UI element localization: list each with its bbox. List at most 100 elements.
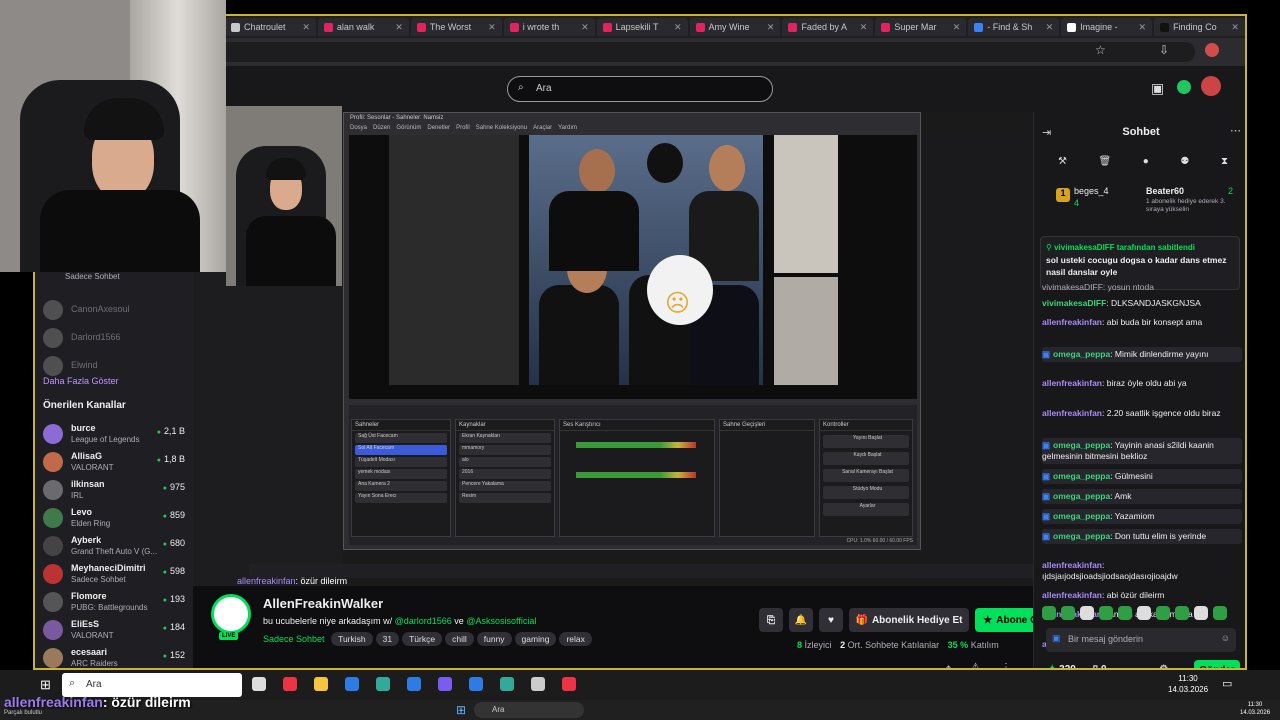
chat-username[interactable]: omega_peppa (1042, 511, 1110, 521)
more-options-icon[interactable]: ⋮ (1001, 662, 1011, 668)
taskbar-app-icon[interactable] (345, 677, 359, 691)
chat-username[interactable]: allenfreakinfan (1042, 408, 1102, 418)
chat-username[interactable]: vivimakesaDIFF (1042, 298, 1106, 308)
star-icon[interactable]: ☆ (1095, 43, 1106, 57)
address-field[interactable]: ker (195, 42, 1195, 62)
close-tab-icon[interactable]: ✕ (767, 22, 775, 33)
close-tab-icon[interactable]: ✕ (581, 22, 589, 33)
download-icon[interactable]: ⇩ (1159, 43, 1169, 57)
browser-tab[interactable]: Finding Co ✕ (1154, 18, 1245, 36)
browser-tab[interactable]: The Worst ✕ (410, 18, 502, 36)
taskbar-app-icon[interactable] (376, 677, 390, 691)
stream-tag[interactable]: 31 (375, 632, 400, 646)
emote-icon[interactable] (1175, 606, 1189, 620)
chat-username[interactable]: allenfreakinfan (1042, 317, 1102, 327)
stream-tag[interactable]: Turkish (331, 632, 373, 646)
mention-darlord[interactable]: @darlord1566 (395, 616, 452, 626)
sidebar-channel[interactable]: Flomore PUBG: Battlegrounds 193 (41, 588, 191, 616)
emote-icon[interactable] (1099, 606, 1113, 620)
emote-icon[interactable] (1118, 606, 1132, 620)
notify-bell-button[interactable]: 🔔 (789, 608, 813, 632)
trash-icon[interactable]: 🗑 (1099, 156, 1112, 167)
emote-icon[interactable] (1194, 606, 1208, 620)
chat-username[interactable]: omega_peppa (1042, 471, 1110, 481)
category-link[interactable]: Sadece Sohbet (263, 634, 325, 644)
stream-tag[interactable]: gaming (514, 632, 557, 646)
taskbar-app-icon[interactable] (252, 677, 266, 691)
close-tab-icon[interactable]: ✕ (395, 22, 403, 33)
sidebar-channel[interactable]: MeyhaneciDimitri Sadece Sohbet 598 (41, 560, 191, 588)
chat-input[interactable]: ▣ Bir mesaj gönderin ☺ (1046, 628, 1236, 652)
browser-tab[interactable]: Chatroulet ✕ (225, 18, 316, 36)
taskbar-app-icon[interactable] (469, 677, 483, 691)
stream-tag[interactable]: chill (445, 632, 474, 646)
sidebar-channel[interactable]: Levo Elden Ring 859 (41, 504, 191, 532)
send-button[interactable]: Gönder (1194, 660, 1240, 668)
inner-search[interactable]: Ara (474, 702, 584, 718)
emoji-icon[interactable]: ☺ (1221, 633, 1230, 643)
sidebar-channel[interactable]: ilkinsan IRL 975 (41, 476, 191, 504)
prime-icon[interactable] (1177, 80, 1191, 94)
sidebar-channel[interactable]: burce League of Legends 2,1 B (41, 420, 191, 448)
taskbar-app-icon[interactable] (500, 677, 514, 691)
stream-tag[interactable]: relax (559, 632, 592, 646)
taskbar-app-icon[interactable] (314, 677, 328, 691)
taskbar-app-icon[interactable] (407, 677, 421, 691)
close-tab-icon[interactable]: ✕ (1231, 22, 1239, 33)
hourglass-icon[interactable]: ⧗ (1221, 156, 1228, 167)
emote-icon[interactable] (1061, 606, 1075, 620)
taskbar-app-icon[interactable] (531, 677, 545, 691)
emote-icon[interactable] (1137, 606, 1151, 620)
close-tab-icon[interactable]: ✕ (488, 22, 496, 33)
sidebar-channel[interactable]: ecesaari ARC Raiders 152 (41, 644, 191, 668)
browser-tab[interactable]: alan walk ✕ (317, 18, 409, 36)
stream-tag[interactable]: funny (476, 632, 512, 646)
browser-tab[interactable]: Lapsekili T ✕ (596, 18, 688, 36)
sidebar-channel[interactable]: Ayberk Grand Theft Auto V (G... 680 (41, 532, 191, 560)
browser-tab[interactable]: Imagine - ✕ (1061, 18, 1153, 36)
inner-start-icon[interactable]: ⊞ (456, 703, 466, 717)
mention-asksosis[interactable]: @Asksosisofficial (466, 616, 536, 626)
sidebar-offline-channel[interactable]: Darlord1566 (41, 324, 191, 352)
chat-username[interactable]: omega_peppa (1042, 440, 1110, 450)
users-icon[interactable]: ⚉ (1180, 156, 1189, 167)
close-tab-icon[interactable]: ✕ (1139, 22, 1147, 33)
chat-username[interactable]: omega_peppa (1042, 531, 1110, 541)
notification-icon[interactable]: ▭ (1222, 677, 1232, 690)
taskbar-app-icon[interactable] (562, 677, 576, 691)
close-tab-icon[interactable]: ✕ (953, 22, 961, 33)
browser-tab[interactable]: - Find & Sh ✕ (968, 18, 1060, 36)
close-tab-icon[interactable]: ✕ (860, 22, 868, 33)
browser-tab[interactable]: Faded by A ✕ (782, 18, 874, 36)
gift-sub-button[interactable]: 🎁 Abonelik Hediye Et (849, 608, 969, 632)
user-avatar[interactable] (1201, 76, 1221, 96)
chat-username[interactable]: allenfreakinfan (1042, 560, 1102, 570)
close-tab-icon[interactable]: ✕ (674, 22, 682, 33)
emote-icon[interactable] (1213, 606, 1227, 620)
share-icon[interactable]: ⤴ (941, 662, 951, 668)
chat-menu-icon[interactable]: ⋯ (1230, 124, 1241, 137)
chat-username[interactable]: allenfreakinfan (1042, 590, 1102, 600)
channel-name[interactable]: AllenFreakinWalker (263, 596, 383, 611)
close-tab-icon[interactable]: ✕ (302, 22, 310, 33)
channel-avatar[interactable] (211, 594, 251, 634)
sidebar-channel[interactable]: AllisaG VALORANT 1,8 B (41, 448, 191, 476)
bubble-icon[interactable]: ● (1143, 156, 1149, 167)
search-input[interactable]: ⌕ Ara (507, 76, 773, 102)
cube-icon[interactable]: ▣ (1151, 80, 1164, 97)
profile-avatar[interactable] (1205, 43, 1219, 57)
browser-tab[interactable]: Super Mar ✕ (875, 18, 967, 36)
emote-icon[interactable] (1156, 606, 1170, 620)
stream-tag[interactable]: Türkçe (402, 632, 443, 646)
browser-tab[interactable]: i wrote th ✕ (503, 18, 595, 36)
clip-button[interactable]: ⎘ (759, 608, 783, 632)
start-icon[interactable]: ⊞ (40, 677, 51, 693)
chat-username[interactable]: omega_peppa (1042, 491, 1110, 501)
chat-username[interactable]: allenfreakinfan (1042, 378, 1102, 388)
taskbar-app-icon[interactable] (438, 677, 452, 691)
follow-heart-button[interactable]: ♥ (819, 608, 843, 632)
emote-icon[interactable] (1042, 606, 1056, 620)
taskbar-app-icon[interactable] (283, 677, 297, 691)
close-tab-icon[interactable]: ✕ (1046, 22, 1054, 33)
browser-tab[interactable]: Amy Wine ✕ (689, 18, 781, 36)
